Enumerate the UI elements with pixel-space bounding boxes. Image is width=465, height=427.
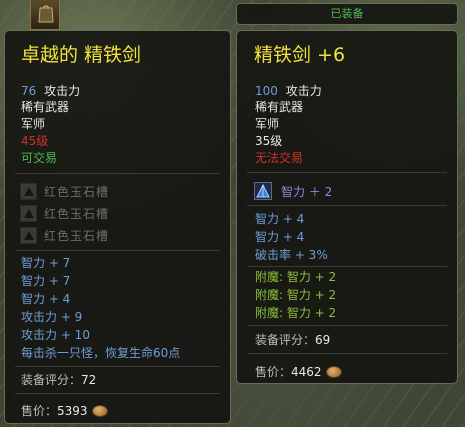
item-level: 35级 <box>255 134 283 148</box>
divider <box>15 366 220 367</box>
attack-label: 攻击力 <box>285 84 322 98</box>
bag-icon[interactable] <box>30 0 60 30</box>
empty-gem-slot-icon <box>20 227 37 244</box>
gem-slot-label: 红色玉石槽 <box>44 207 110 221</box>
divider <box>247 266 447 267</box>
gem-slot-label: 红色玉石槽 <box>44 185 110 199</box>
item-title: 卓越的 精铁剑 <box>21 44 142 66</box>
item-tooltip-equipped: 精铁剑 +6 100 攻击力 稀有武器 军师 35级 无法交易 智力 ＋ 2 智… <box>236 30 458 384</box>
price-value: 4462 <box>291 365 322 379</box>
score-value: 72 <box>81 373 97 387</box>
divider <box>247 205 447 206</box>
gem-stat: 智力 ＋ 2 <box>281 185 333 199</box>
enchant-stat: 附魔: 智力 + 2 <box>255 288 337 302</box>
attack-label: 攻击力 <box>44 84 81 98</box>
price-line: 售价：5393 <box>21 403 108 419</box>
item-rarity: 稀有武器 <box>255 100 304 114</box>
empty-gem-slot-icon <box>20 205 37 222</box>
price-label: 售价： <box>21 404 58 418</box>
item-class: 军师 <box>255 117 280 131</box>
item-class: 军师 <box>21 117 46 131</box>
bonus-stat: 攻击力 + 9 <box>21 310 83 324</box>
equipped-header: 已装备 <box>236 3 458 25</box>
score-line: 装备评分：69 <box>255 332 330 348</box>
divider <box>247 172 447 173</box>
trade-status: 无法交易 <box>255 151 304 165</box>
divider <box>247 353 447 354</box>
divider <box>247 325 447 326</box>
bonus-stat: 智力 + 7 <box>21 256 71 270</box>
bonus-stat: 智力 + 4 <box>21 292 71 306</box>
bonus-effect: 每击杀一只怪，恢复生命60点 <box>21 346 181 360</box>
attack-line: 76 攻击力 <box>21 83 80 99</box>
enchant-stat: 附魔: 智力 + 2 <box>255 306 337 320</box>
attack-value: 100 <box>255 84 278 98</box>
bonus-stat: 智力 + 4 <box>255 230 305 244</box>
price-label: 售价： <box>255 365 292 379</box>
empty-gem-slot-icon <box>20 183 37 200</box>
item-tooltip-hovered: 卓越的 精铁剑 76 攻击力 稀有武器 军师 45级 可交易 红色玉石槽 红色玉… <box>4 30 231 424</box>
gem-slot-label: 红色玉石槽 <box>44 229 110 243</box>
bonus-stat: 破击率 + 3% <box>255 248 328 262</box>
price-value: 5393 <box>57 404 88 418</box>
score-label: 装备评分： <box>255 333 316 347</box>
divider <box>15 393 220 394</box>
item-level: 45级 <box>21 134 49 148</box>
score-label: 装备评分： <box>21 373 82 387</box>
attack-line: 100 攻击力 <box>255 83 322 99</box>
attack-value: 76 <box>21 84 37 98</box>
trade-status: 可交易 <box>21 151 58 165</box>
coin-icon <box>325 366 342 378</box>
bonus-stat: 攻击力 + 10 <box>21 328 90 342</box>
enchant-stat: 附魔: 智力 + 2 <box>255 270 337 284</box>
coin-icon <box>91 405 108 417</box>
divider <box>15 173 220 174</box>
score-line: 装备评分：72 <box>21 372 96 388</box>
bonus-stat: 智力 + 4 <box>255 212 305 226</box>
divider <box>15 250 220 251</box>
score-value: 69 <box>315 333 331 347</box>
item-title: 精铁剑 +6 <box>254 44 346 66</box>
price-line: 售价：4462 <box>255 364 342 380</box>
item-rarity: 稀有武器 <box>21 100 70 114</box>
blue-gem-icon <box>254 182 272 200</box>
bonus-stat: 智力 + 7 <box>21 274 71 288</box>
